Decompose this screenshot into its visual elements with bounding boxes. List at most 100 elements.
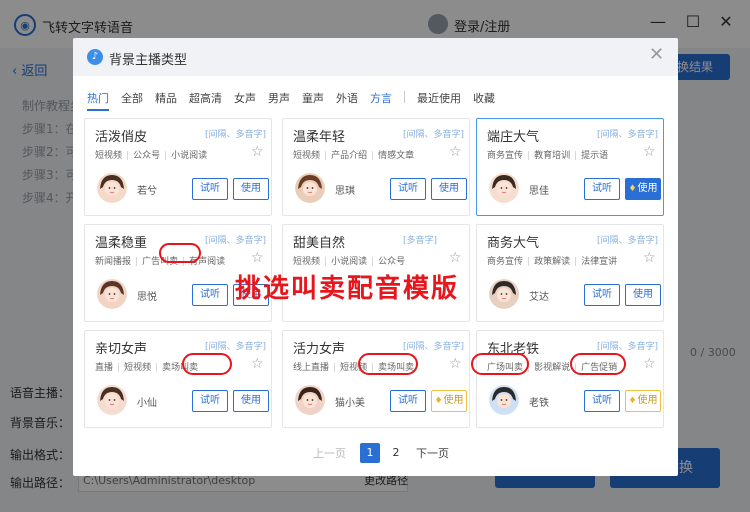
category-label: 情感文章 <box>378 151 415 161</box>
category-label: 教育培训 <box>534 151 571 161</box>
voice-card[interactable]: 端庄大气 [间隔、多音字] ☆ 商务宣传 | 教育培训 | 提示语 思佳 试听 ♦使用 <box>476 118 664 216</box>
category-label: 商务宣传 <box>487 151 524 161</box>
category-list: 商务宣传 | 教育培训 | 提示语 <box>487 151 609 161</box>
voice-avatar <box>97 279 127 309</box>
category-label: 短视频 <box>95 151 123 161</box>
category-label: 法律宣讲 <box>581 257 618 267</box>
listen-button[interactable]: 试听 <box>584 284 620 306</box>
prev-page-button[interactable]: 上一页 <box>313 445 346 461</box>
voice-style-name: 甜美自然 <box>293 236 346 251</box>
promo-overlay-text: 挑选叫卖配音模版 <box>235 274 460 304</box>
category-label: 短视频 <box>124 363 152 373</box>
tab-female[interactable]: 女声 <box>234 90 256 111</box>
tab-dialect[interactable]: 方言 <box>370 90 392 111</box>
voice-card[interactable]: 活泼俏皮 [间隔、多音字] ☆ 短视频 | 公众号 | 小说阅读 若兮 试听 使用 <box>84 118 272 216</box>
favorite-star-icon[interactable]: ☆ <box>251 356 264 372</box>
use-button[interactable]: 使用 <box>431 178 467 200</box>
category-label: 政策解读 <box>534 257 571 267</box>
tab-ultra-hd[interactable]: 超高清 <box>189 90 222 111</box>
category-list: 商务宣传 | 政策解读 | 法律宣讲 <box>487 257 618 267</box>
use-label: 使用 <box>637 395 658 406</box>
favorite-star-icon[interactable]: ☆ <box>251 250 264 266</box>
voice-name: 老铁 <box>529 398 549 409</box>
tab-recent[interactable]: 最近使用 <box>417 90 461 111</box>
favorite-star-icon[interactable]: ☆ <box>449 250 462 266</box>
feature-tag: [多音字] <box>403 236 438 246</box>
voice-avatar <box>97 173 127 203</box>
voice-name: 若兮 <box>137 186 157 197</box>
tab-favorites[interactable]: 收藏 <box>473 90 495 111</box>
tab-male[interactable]: 男声 <box>268 90 290 111</box>
modal-title: 背景主播类型 <box>109 53 188 68</box>
highlight-ring <box>358 353 418 375</box>
voice-name: 小仙 <box>137 398 157 409</box>
feature-tag: [间隔、多音字] <box>205 342 267 352</box>
category-tabs: 热门 全部 精品 超高清 女声 男声 童声 外语 方言 最近使用 收藏 <box>87 90 507 111</box>
listen-button[interactable]: 试听 <box>192 178 228 200</box>
category-label: 小说阅读 <box>171 151 208 161</box>
voice-name: 思琪 <box>335 186 355 197</box>
page-number[interactable]: 2 <box>386 443 406 463</box>
voice-name: 猫小美 <box>335 398 365 409</box>
category-label: 短视频 <box>293 151 321 161</box>
voice-card[interactable]: 商务大气 [间隔、多音字] ☆ 商务宣传 | 政策解读 | 法律宣讲 艾达 试听 使用 <box>476 224 664 322</box>
voice-avatar <box>489 279 519 309</box>
tab-premium[interactable]: 精品 <box>155 90 177 111</box>
category-list: 短视频 | 小说阅读 | 公众号 <box>293 257 406 267</box>
voice-style-name: 活力女声 <box>293 342 346 357</box>
feature-tag: [间隔、多音字] <box>403 342 465 352</box>
listen-button[interactable]: 试听 <box>584 390 620 412</box>
tab-all[interactable]: 全部 <box>121 90 143 111</box>
diamond-icon: ♦ <box>434 396 443 406</box>
voice-name: 艾达 <box>529 292 549 303</box>
category-label: 产品介绍 <box>331 151 368 161</box>
category-label: 直播 <box>95 363 114 373</box>
feature-tag: [间隔、多音字] <box>205 130 267 140</box>
tab-foreign[interactable]: 外语 <box>336 90 358 111</box>
next-page-button[interactable]: 下一页 <box>416 445 449 461</box>
highlight-ring <box>159 243 201 263</box>
tab-divider <box>404 91 405 103</box>
use-button[interactable]: ♦使用 <box>625 178 661 200</box>
use-button[interactable]: 使用 <box>625 284 661 306</box>
category-label: 短视频 <box>293 257 321 267</box>
highlight-ring <box>182 353 232 375</box>
voice-style-name: 温柔稳重 <box>95 236 148 251</box>
tab-child[interactable]: 童声 <box>302 90 324 111</box>
use-button[interactable]: 使用 <box>233 178 269 200</box>
listen-button[interactable]: 试听 <box>584 178 620 200</box>
tab-hot[interactable]: 热门 <box>87 90 109 111</box>
favorite-star-icon[interactable]: ☆ <box>643 356 656 372</box>
favorite-star-icon[interactable]: ☆ <box>251 144 264 160</box>
use-button[interactable]: ♦使用 <box>625 390 661 412</box>
category-label: 新闻播报 <box>95 257 132 267</box>
voice-style-name: 亲切女声 <box>95 342 148 357</box>
voice-avatar <box>489 385 519 415</box>
listen-button[interactable]: 试听 <box>192 390 228 412</box>
use-button[interactable]: 使用 <box>233 390 269 412</box>
feature-tag: [间隔、多音字] <box>597 342 659 352</box>
category-list: 短视频 | 产品介绍 | 情感文章 <box>293 151 415 161</box>
use-label: 使用 <box>443 395 464 406</box>
voice-style-name: 活泼俏皮 <box>95 130 148 145</box>
voice-card[interactable]: 活力女声 [间隔、多音字] ☆ 线上直播 | 短视频 | 卖场叫卖 猫小美 试听 ♦使用 <box>282 330 470 428</box>
use-button[interactable]: ♦使用 <box>431 390 467 412</box>
pagination: 上一页 1 2 下一页 <box>313 443 449 463</box>
listen-button[interactable]: 试听 <box>390 390 426 412</box>
feature-tag: [间隔、多音字] <box>205 236 267 246</box>
favorite-star-icon[interactable]: ☆ <box>449 144 462 160</box>
voice-card[interactable]: 东北老铁 [间隔、多音字] ☆ 广场叫卖 | 影视解说 | 广告促销 老铁 试听 ♦使用 <box>476 330 664 428</box>
category-list: 短视频 | 公众号 | 小说阅读 <box>95 151 208 161</box>
favorite-star-icon[interactable]: ☆ <box>643 144 656 160</box>
voice-card[interactable]: 温柔年轻 [间隔、多音字] ☆ 短视频 | 产品介绍 | 情感文章 思琪 试听 使用 <box>282 118 470 216</box>
category-label: 公众号 <box>133 151 161 161</box>
favorite-star-icon[interactable]: ☆ <box>449 356 462 372</box>
close-icon[interactable]: ✕ <box>649 44 664 65</box>
page-number[interactable]: 1 <box>360 443 380 463</box>
favorite-star-icon[interactable]: ☆ <box>643 250 656 266</box>
listen-button[interactable]: 试听 <box>192 284 228 306</box>
highlight-ring <box>471 353 529 375</box>
listen-button[interactable]: 试听 <box>390 178 426 200</box>
voice-card[interactable]: 亲切女声 [间隔、多音字] ☆ 直播 | 短视频 | 卖场叫卖 小仙 试听 使用 <box>84 330 272 428</box>
category-label: 影视解说 <box>534 363 571 373</box>
